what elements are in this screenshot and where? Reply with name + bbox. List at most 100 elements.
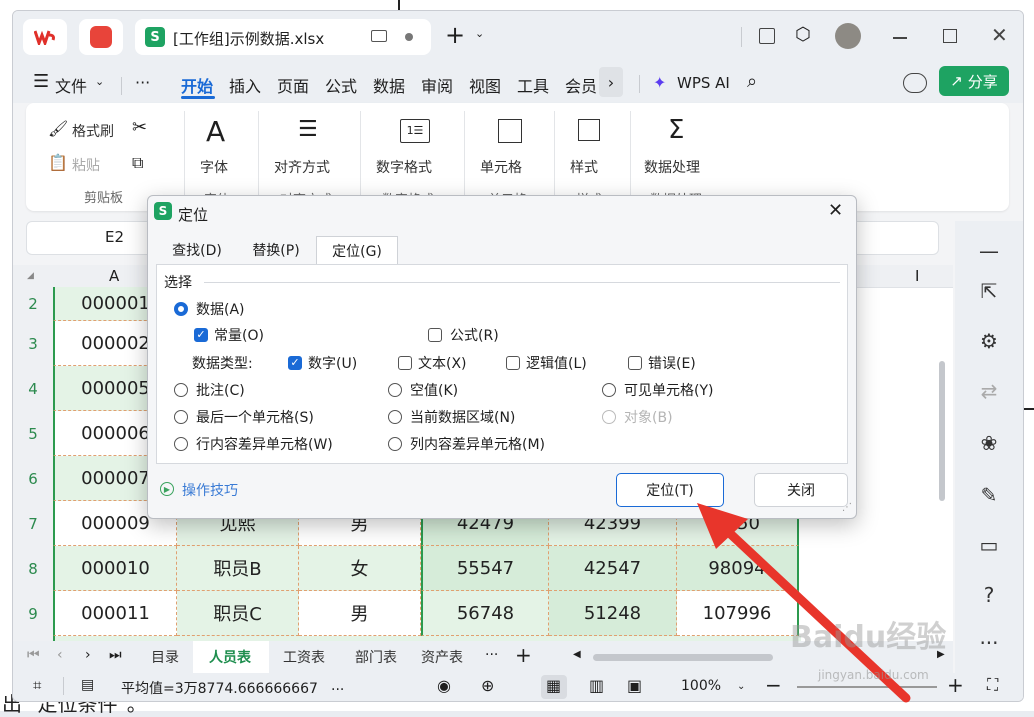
table-cell[interactable]: 55547 (421, 546, 549, 591)
horizontal-scrollbar[interactable] (593, 654, 773, 661)
radio-col-diff[interactable] (388, 437, 402, 451)
search-icon[interactable]: ⌕ (747, 71, 757, 92)
row-header[interactable]: 5 (13, 411, 53, 457)
checkbox-logical[interactable] (506, 356, 520, 370)
menu-home[interactable]: 开始 (181, 73, 213, 97)
close-window-icon[interactable]: ✕ (991, 23, 1008, 47)
table-cell[interactable]: 女 (299, 546, 421, 591)
zoom-dropdown-chevron-icon[interactable]: ⌄ (737, 681, 745, 692)
radio-visible[interactable] (602, 383, 616, 397)
checkbox-text[interactable] (398, 356, 412, 370)
monitor-icon[interactable] (371, 30, 387, 42)
menu-data[interactable]: 数据 (373, 73, 405, 97)
copy-icon[interactable]: ⧉ (132, 153, 143, 173)
collapse-panel-icon[interactable]: — (977, 239, 1001, 263)
share-button[interactable]: ↗ 分享 (939, 66, 1009, 96)
prev-sheet-icon[interactable]: ‹ (57, 647, 63, 663)
next-sheet-icon[interactable]: › (85, 647, 91, 663)
row-header[interactable]: 6 (13, 456, 53, 502)
tips-link[interactable]: 操作技巧 (182, 480, 238, 500)
tab-dropdown-chevron-icon[interactable]: ⌄ (475, 27, 484, 40)
zoom-level[interactable]: 100% (681, 678, 721, 694)
sheet-tab-assets[interactable]: 资产表 (421, 647, 463, 667)
radio-current-region[interactable] (388, 410, 402, 424)
help-icon[interactable]: ? (977, 583, 1001, 607)
dialog-close-icon[interactable]: ✕ (828, 200, 843, 221)
page-view-icon[interactable]: ▥ (589, 676, 604, 695)
tab-goto[interactable]: 定位(G) (316, 236, 398, 265)
zoom-out-icon[interactable]: − (765, 673, 782, 697)
user-avatar[interactable] (835, 23, 861, 49)
doc-icon[interactable]: ▤ (81, 677, 94, 693)
more-sheets-icon[interactable]: ··· (485, 647, 498, 663)
window-switch-icon[interactable] (759, 28, 775, 44)
table-cell[interactable]: 107996 (677, 591, 799, 636)
menu-file[interactable]: 文件 (55, 73, 87, 97)
menu-scroll-right-icon[interactable]: › (599, 67, 623, 97)
select-all-corner-icon[interactable]: ◢ (27, 271, 34, 281)
cell-ref-box[interactable]: E2 (105, 228, 124, 246)
cut-scissors-icon[interactable]: ✂ (132, 117, 147, 138)
number-format-button[interactable]: 数字格式 (376, 157, 432, 177)
column-header-a[interactable]: A (109, 267, 119, 285)
reading-view-icon[interactable]: ▣ (627, 676, 642, 695)
design-icon[interactable]: ❀ (977, 431, 1001, 455)
goto-button[interactable]: 定位(T) (616, 473, 724, 507)
switch-icon[interactable]: ⇄ (977, 379, 1001, 403)
row-header[interactable]: 8 (13, 546, 53, 592)
sheet-tab-contents[interactable]: 目录 (151, 647, 179, 667)
menu-member[interactable]: 会员 (565, 73, 597, 97)
pdf-app-tab[interactable] (79, 19, 123, 55)
eye-protect-icon[interactable]: ◉ (437, 676, 451, 695)
column-header-i[interactable]: I (915, 267, 919, 285)
wps-ai-button[interactable]: WPS AI (677, 74, 730, 92)
row-header[interactable]: 9 (13, 591, 53, 637)
cloud-upload-icon[interactable] (903, 73, 927, 93)
font-button[interactable]: 字体 (200, 157, 228, 177)
radio-object[interactable] (602, 410, 616, 424)
tools-icon[interactable]: ✎ (977, 483, 1001, 507)
first-sheet-icon[interactable]: ⏮ (27, 647, 40, 663)
radio-last-cell[interactable] (174, 410, 188, 424)
zoom-in-icon[interactable]: + (947, 673, 964, 697)
row-header[interactable]: 4 (13, 366, 53, 412)
checkbox-error[interactable] (628, 356, 642, 370)
close-button[interactable]: 关闭 (754, 473, 848, 507)
zoom-slider[interactable] (797, 686, 937, 688)
maximize-icon[interactable] (943, 29, 957, 43)
resize-grip-icon[interactable]: ⋰ (842, 502, 852, 513)
table-cell[interactable]: 51248 (549, 591, 677, 636)
radio-comment[interactable] (174, 383, 188, 397)
more-dots-icon[interactable]: ··· (977, 631, 1001, 655)
table-cell[interactable]: 职员C (177, 591, 299, 636)
data-process-button[interactable]: 数据处理 (644, 157, 700, 177)
tab-find[interactable]: 查找(D) (158, 236, 236, 264)
checkbox-formula[interactable] (428, 328, 442, 342)
new-tab-plus-icon[interactable]: + (445, 21, 465, 49)
add-sheet-icon[interactable]: + (515, 643, 532, 667)
minimize-icon[interactable] (893, 37, 907, 39)
sheet-tab-department[interactable]: 部门表 (355, 647, 397, 667)
checkbox-constant[interactable]: ✓ (194, 328, 208, 342)
hamburger-icon[interactable]: ☰ (33, 71, 49, 92)
radio-data[interactable] (174, 302, 188, 316)
styles-button[interactable]: 样式 (570, 157, 598, 177)
row-header[interactable]: 2 (13, 287, 53, 322)
menu-formula[interactable]: 公式 (325, 73, 357, 97)
vertical-scrollbar[interactable] (939, 361, 945, 501)
sheet-tab-salary[interactable]: 工资表 (283, 647, 325, 667)
unsaved-dot-icon[interactable] (405, 33, 413, 41)
table-cell[interactable]: 000010 (53, 546, 177, 591)
menu-page[interactable]: 页面 (277, 73, 309, 97)
wps-home-tab[interactable] (23, 19, 67, 55)
table-cell[interactable]: 职员B (177, 546, 299, 591)
checkbox-number[interactable]: ✓ (288, 356, 302, 370)
format-painter-button[interactable]: 格式刷 (72, 121, 114, 141)
table-cell[interactable]: 男 (299, 591, 421, 636)
radio-row-diff[interactable] (174, 437, 188, 451)
table-cell[interactable]: 42547 (549, 546, 677, 591)
menu-tools[interactable]: 工具 (517, 73, 549, 97)
fullscreen-icon[interactable]: ⛶ (987, 675, 998, 695)
book-icon[interactable]: ▭ (977, 533, 1001, 557)
menu-more[interactable]: ··· (135, 73, 150, 92)
